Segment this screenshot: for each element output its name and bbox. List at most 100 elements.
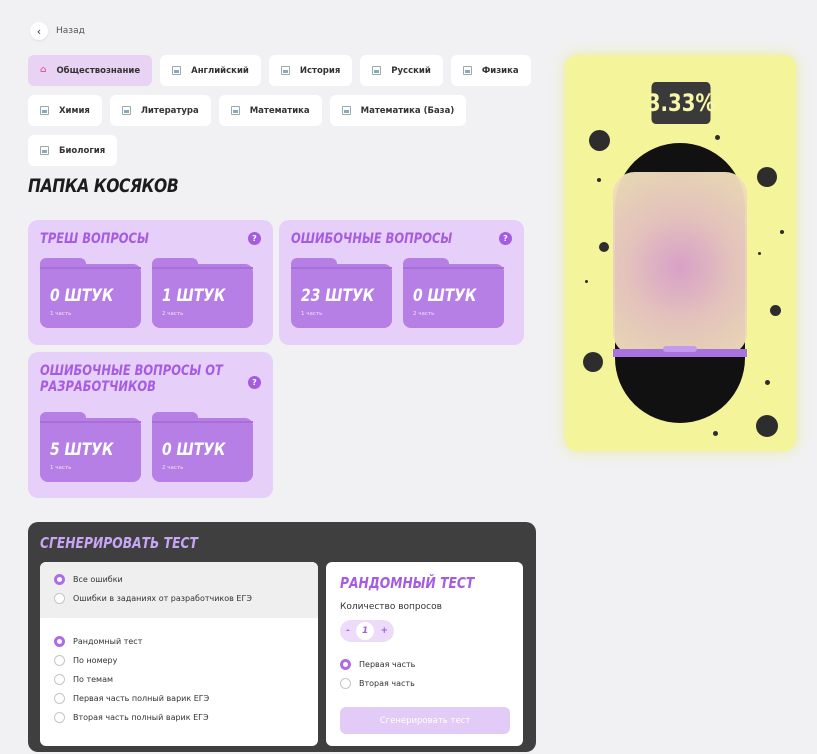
folder-part-label: 1 часть <box>301 311 323 317</box>
folder-part-label: 2 часть <box>413 311 435 317</box>
option-part2-full[interactable]: Вторая часть полный варик ЕГЭ <box>40 708 318 727</box>
decor-dot <box>770 305 781 316</box>
decor-dot <box>597 178 601 182</box>
radio-checked-icon[interactable] <box>54 636 65 647</box>
folder-part-label: 1 часть <box>50 465 72 471</box>
option-label: Все ошибки <box>73 575 123 584</box>
broken-image-icon <box>172 66 182 75</box>
tab-label: Химия <box>59 105 90 116</box>
decor-dot <box>713 431 718 436</box>
decor-dot <box>756 415 778 437</box>
option-by-number[interactable]: По номеру <box>40 651 318 670</box>
progress-level-bar <box>613 346 747 357</box>
radio-unchecked-icon[interactable] <box>54 674 65 685</box>
tab-label: Обществознание <box>56 65 141 76</box>
card-title-line2: РАЗРАБОТЧИКОВ <box>40 379 156 395</box>
broken-image-icon <box>280 66 290 75</box>
option-label: Ошибки в заданиях от разработчиков ЕГЭ <box>73 594 252 603</box>
broken-image-icon <box>121 106 131 115</box>
radio-unchecked-icon[interactable] <box>54 655 65 666</box>
back-link[interactable]: ‹ Назад <box>30 22 85 40</box>
plus-button[interactable]: + <box>380 626 388 636</box>
option-label: Вторая часть полный варик ЕГЭ <box>73 713 209 722</box>
source-options: Все ошибки Ошибки в заданиях от разработ… <box>40 562 318 618</box>
tab-subject-social[interactable]: ⌂ Обществознание <box>28 55 153 86</box>
decor-dot <box>599 242 609 252</box>
option-part1[interactable]: Первая часть <box>326 655 415 674</box>
progress-percent: 3.33% <box>647 82 715 124</box>
help-icon[interactable]: ? <box>248 232 261 245</box>
folder-count: 0 ШТУК <box>50 286 114 306</box>
tab-subject-chemistry[interactable]: Химия <box>28 95 102 126</box>
question-count-value[interactable]: 1 <box>356 622 375 640</box>
tab-label: Физика <box>481 65 519 76</box>
broken-image-icon <box>372 66 382 75</box>
tab-subject-english[interactable]: Английский <box>160 55 261 86</box>
option-part1-full[interactable]: Первая часть полный варик ЕГЭ <box>40 689 318 708</box>
question-count-stepper: - 1 + <box>340 620 394 642</box>
option-all-errors[interactable]: Все ошибки <box>40 570 318 589</box>
folder-part2[interactable]: 0 ШТУК 2 часть <box>152 412 253 482</box>
decor-dot <box>765 380 770 385</box>
radio-checked-icon[interactable] <box>54 574 65 585</box>
decor-dot <box>589 130 610 151</box>
generate-test-title: СГЕНЕРИРОВАТЬ ТЕСТ <box>40 534 198 552</box>
tab-label: История <box>299 65 341 76</box>
radio-checked-icon[interactable] <box>340 659 351 670</box>
decor-dot <box>583 352 603 372</box>
help-icon[interactable]: ? <box>248 376 261 389</box>
option-random-test[interactable]: Рандомный тест <box>40 632 318 651</box>
broken-image-icon <box>230 106 240 115</box>
decor-dot <box>757 167 777 187</box>
broken-image-icon <box>40 146 49 155</box>
tab-subject-physics[interactable]: Физика <box>450 55 531 86</box>
tab-label: Биология <box>59 145 106 156</box>
broken-image-icon <box>341 106 351 115</box>
progress-panel: 3.33% <box>565 55 796 451</box>
help-icon[interactable]: ? <box>499 232 512 245</box>
page-title: ПАПКА КОСЯКОВ <box>28 175 179 197</box>
decor-dot <box>715 135 720 140</box>
subject-tabs: ⌂ Обществознание Английский История Русск… <box>28 55 533 166</box>
random-test-title: РАНДОМНЫЙ ТЕСТ <box>340 574 475 592</box>
tab-label: Литература <box>140 105 199 116</box>
folder-part2[interactable]: 1 ШТУК 2 часть <box>152 258 253 328</box>
option-dev-errors[interactable]: Ошибки в заданиях от разработчиков ЕГЭ <box>40 589 318 608</box>
option-label: Вторая часть <box>359 679 415 688</box>
folder-part1[interactable]: 5 ШТУК 1 часть <box>40 412 141 482</box>
tab-subject-biology[interactable]: Биология <box>28 135 118 166</box>
generate-test-button[interactable]: Сгенерировать тест <box>340 707 510 734</box>
option-by-topics[interactable]: По темам <box>40 670 318 689</box>
part-options: Первая часть Вторая часть <box>326 655 415 693</box>
folder-part1[interactable]: 23 ШТУК 1 часть <box>291 258 392 328</box>
trash-questions-card: ТРЕШ ВОПРОСЫ ? 0 ШТУК 1 часть 1 ШТУК 2 ч… <box>28 220 273 345</box>
tab-label: Математика (База) <box>360 105 455 116</box>
chevron-left-icon[interactable]: ‹ <box>30 22 48 40</box>
radio-unchecked-icon[interactable] <box>54 712 65 723</box>
card-title: ОШИБОЧНЫЕ ВОПРОСЫ <box>291 231 453 247</box>
generate-test-panel: СГЕНЕРИРОВАТЬ ТЕСТ Все ошибки Ошибки в з… <box>28 522 536 752</box>
tab-subject-literature[interactable]: Литература <box>109 95 211 126</box>
folder-count: 23 ШТУК <box>301 286 375 306</box>
tab-subject-history[interactable]: История <box>268 55 353 86</box>
tab-subject-russian[interactable]: Русский <box>360 55 443 86</box>
radio-unchecked-icon[interactable] <box>54 693 65 704</box>
tab-subject-math-base[interactable]: Математика (База) <box>329 95 467 126</box>
tab-subject-math[interactable]: Математика <box>218 95 322 126</box>
minus-button[interactable]: - <box>346 626 350 636</box>
option-label: По номеру <box>73 656 118 665</box>
folder-part2[interactable]: 0 ШТУК 2 часть <box>403 258 504 328</box>
test-options: Все ошибки Ошибки в заданиях от разработ… <box>40 562 318 746</box>
radio-unchecked-icon[interactable] <box>54 593 65 604</box>
decor-dot <box>780 230 784 234</box>
decor-dot <box>585 280 588 283</box>
broken-image-icon <box>462 66 472 75</box>
wrong-questions-card: ОШИБОЧНЫЕ ВОПРОСЫ ? 23 ШТУК 1 часть 0 ШТ… <box>279 220 524 345</box>
radio-unchecked-icon[interactable] <box>340 678 351 689</box>
option-part2[interactable]: Вторая часть <box>326 674 415 693</box>
progress-glass <box>613 172 747 355</box>
option-label: Рандомный тест <box>73 637 143 646</box>
folder-part-label: 2 часть <box>162 311 184 317</box>
mode-options: Рандомный тест По номеру По темам Первая… <box>40 618 318 727</box>
folder-part1[interactable]: 0 ШТУК 1 часть <box>40 258 141 328</box>
